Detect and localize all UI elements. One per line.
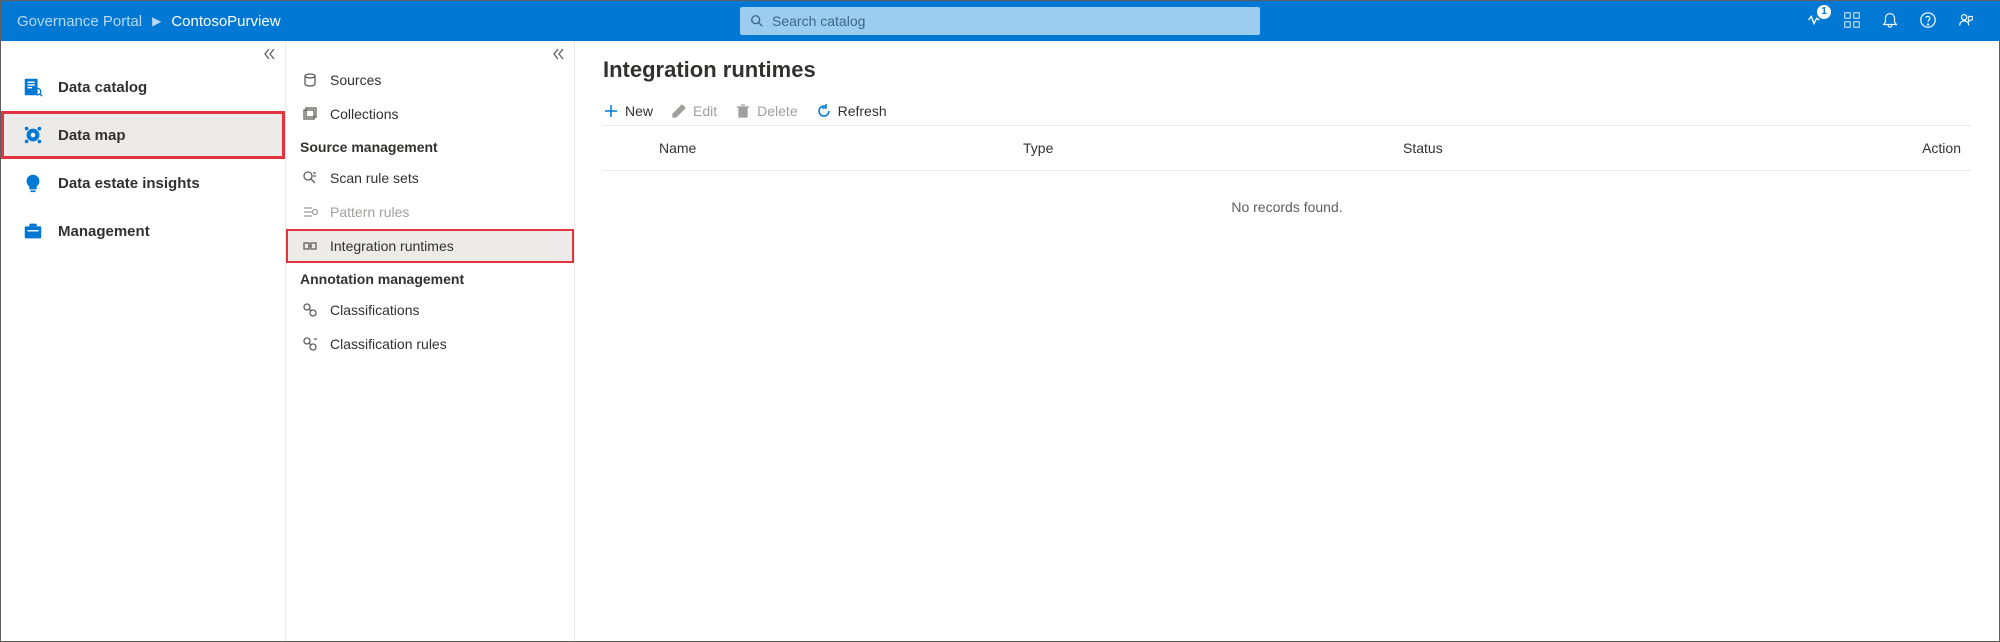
sub-label: Scan rule sets	[330, 170, 419, 186]
management-icon	[22, 220, 44, 242]
sub-label: Collections	[330, 106, 398, 122]
col-name[interactable]: Name	[603, 140, 1023, 156]
btn-label: New	[625, 103, 653, 119]
collapse-sidebar2-icon[interactable]	[552, 47, 566, 64]
plus-icon	[603, 103, 619, 119]
secondary-sidebar: Sources Collections Source management Sc…	[286, 41, 575, 641]
sub-collections[interactable]: Collections	[286, 97, 574, 131]
main-content: Integration runtimes New Edit Delete Ref…	[575, 41, 1999, 641]
classification-rules-icon	[302, 336, 318, 352]
sub-integration-runtimes[interactable]: Integration runtimes	[286, 229, 574, 263]
nav-label: Management	[58, 223, 150, 240]
col-action[interactable]: Action	[1881, 140, 1971, 156]
group-source-management: Source management	[286, 131, 574, 161]
sub-label: Sources	[330, 72, 381, 88]
chevron-right-icon: ▶	[152, 14, 161, 28]
launcher-icon[interactable]	[1843, 11, 1861, 32]
group-annotation-management: Annotation management	[286, 263, 574, 293]
sub-label: Classification rules	[330, 336, 447, 352]
empty-state: No records found.	[603, 171, 1971, 243]
sub-sources[interactable]: Sources	[286, 63, 574, 97]
collections-icon	[302, 106, 318, 122]
new-button[interactable]: New	[603, 103, 653, 119]
breadcrumb: Governance Portal ▶ ContosoPurview	[17, 13, 281, 30]
insights-icon	[22, 172, 44, 194]
notification-badge: 1	[1817, 5, 1831, 19]
feedback-icon[interactable]	[1957, 11, 1975, 32]
top-header-bar: Governance Portal ▶ ContosoPurview 1	[1, 1, 1999, 41]
btn-label: Delete	[757, 103, 797, 119]
refresh-button[interactable]: Refresh	[816, 103, 887, 119]
classifications-icon	[302, 302, 318, 318]
search-input[interactable]	[772, 13, 1250, 29]
collapse-sidebar1-icon[interactable]	[263, 47, 277, 64]
breadcrumb-current: ContosoPurview	[171, 13, 280, 30]
sub-label: Integration runtimes	[330, 238, 454, 254]
scan-rule-icon	[302, 170, 318, 186]
sub-label: Classifications	[330, 302, 419, 318]
sub-pattern-rules[interactable]: Pattern rules	[286, 195, 574, 229]
btn-label: Refresh	[838, 103, 887, 119]
data-map-icon	[22, 124, 44, 146]
toolbar: New Edit Delete Refresh	[603, 97, 1971, 126]
nav-label: Data catalog	[58, 79, 147, 96]
diagnostics-icon[interactable]: 1	[1805, 11, 1823, 32]
primary-sidebar: Data catalog Data map Data estate insigh…	[1, 41, 286, 641]
header-actions: 1	[1805, 11, 1983, 32]
nav-management[interactable]: Management	[1, 207, 285, 255]
nav-data-estate-insights[interactable]: Data estate insights	[1, 159, 285, 207]
nav-data-catalog[interactable]: Data catalog	[1, 63, 285, 111]
pattern-rules-icon	[302, 204, 318, 220]
nav-data-map[interactable]: Data map	[1, 111, 285, 159]
sources-icon	[302, 72, 318, 88]
sub-classifications[interactable]: Classifications	[286, 293, 574, 327]
col-type[interactable]: Type	[1023, 140, 1403, 156]
sub-scan-rule-sets[interactable]: Scan rule sets	[286, 161, 574, 195]
bell-icon[interactable]	[1881, 11, 1899, 32]
sub-classification-rules[interactable]: Classification rules	[286, 327, 574, 361]
nav-label: Data map	[58, 127, 126, 144]
search-box[interactable]	[740, 7, 1260, 35]
refresh-icon	[816, 103, 832, 119]
help-icon[interactable]	[1919, 11, 1937, 32]
delete-button: Delete	[735, 103, 797, 119]
catalog-icon	[22, 76, 44, 98]
nav-label: Data estate insights	[58, 175, 200, 192]
integration-runtimes-icon	[302, 238, 318, 254]
table-header: Name Type Status Action	[603, 126, 1971, 171]
breadcrumb-root[interactable]: Governance Portal	[17, 13, 142, 30]
btn-label: Edit	[693, 103, 717, 119]
delete-icon	[735, 103, 751, 119]
col-status[interactable]: Status	[1403, 140, 1881, 156]
edit-button: Edit	[671, 103, 717, 119]
sub-label: Pattern rules	[330, 204, 409, 220]
search-icon	[750, 14, 764, 28]
edit-icon	[671, 103, 687, 119]
page-title: Integration runtimes	[603, 57, 1971, 83]
